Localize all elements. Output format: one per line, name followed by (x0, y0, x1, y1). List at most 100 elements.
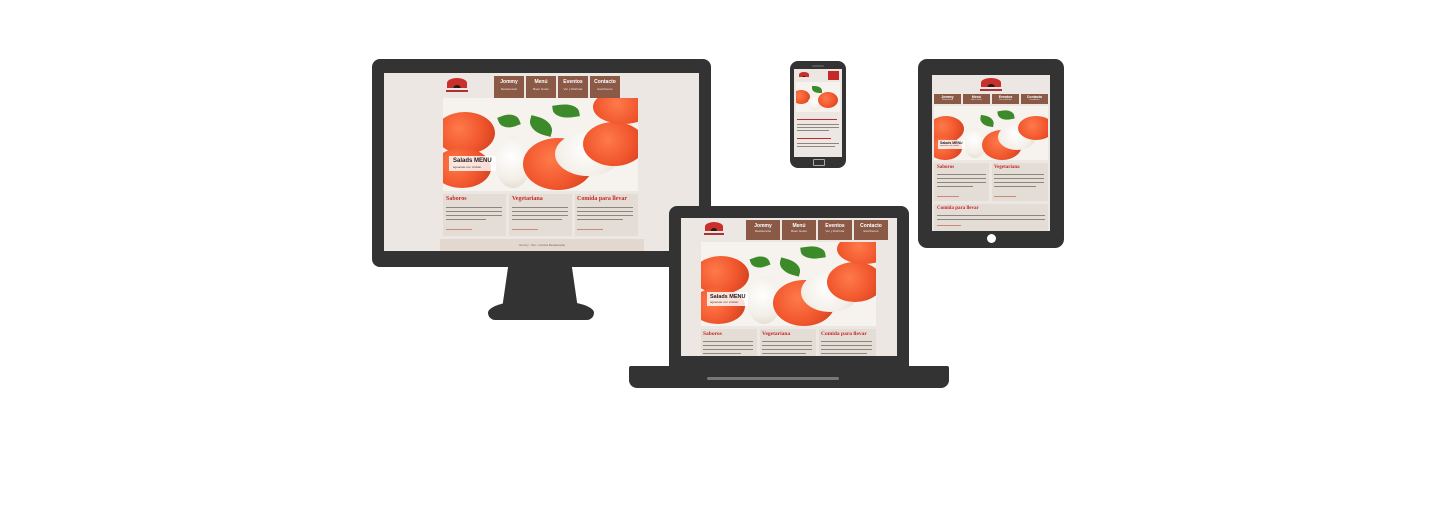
body-text-line (512, 207, 568, 208)
nav-item-eventos[interactable]: Eventos Ver y Disfrutar (558, 76, 588, 98)
body-text-line (512, 215, 568, 216)
tomato-slice (593, 98, 638, 124)
home-button-icon[interactable] (813, 159, 825, 166)
column-title-vegetariana: Vegetariana (512, 196, 543, 202)
nav-sublabel: Escríbenos (597, 87, 613, 91)
nav-item-eventos[interactable]: Eventos Ver y Disfrutar (818, 220, 852, 240)
body-text-line (821, 341, 872, 342)
restaurant-logo-icon (705, 222, 723, 231)
basil-leaf (552, 102, 580, 120)
nav-item-menu[interactable]: Menú Buen Gusto (782, 220, 816, 240)
hero-caption: Salads MENU aguacate con crisitán (707, 292, 749, 306)
read-more-link[interactable] (446, 229, 472, 230)
body-text-line (797, 127, 839, 128)
nav-label: Jommy (500, 79, 518, 85)
hero-caption: Salads MENU aguacate con crisitán (449, 156, 496, 171)
body-text-line (994, 174, 1044, 175)
hero-image: Salads MENU aguacate con crisitán (934, 106, 1048, 160)
body-text-line (577, 215, 633, 216)
nav-label: Eventos (563, 79, 583, 85)
smartphone (790, 61, 846, 168)
body-text-line (797, 124, 839, 125)
home-button-icon[interactable] (987, 234, 996, 243)
body-text-line (821, 353, 867, 354)
nav-sublabel: Restaurante (754, 229, 772, 233)
body-text-line (446, 211, 502, 212)
body-text-line (703, 349, 753, 350)
mobile-menu-button[interactable] (828, 71, 839, 80)
nav-item-contacto[interactable]: Contacto Escríbenos (854, 220, 888, 240)
read-more-link[interactable] (937, 196, 959, 197)
body-text-line (797, 146, 835, 147)
basil-leaf (527, 115, 555, 137)
basil-leaf (497, 111, 521, 131)
body-text-line (577, 211, 633, 212)
body-text-line (994, 182, 1044, 183)
nav-item-contacto[interactable]: Contacto Escríbenos (1021, 94, 1048, 104)
body-text-line (821, 349, 872, 350)
body-text-line (937, 219, 1045, 220)
body-text-line (994, 186, 1036, 187)
logo-underline (446, 90, 468, 92)
column-title-saboros: Saboros (937, 165, 955, 170)
laptop-screen: Jommy Restaurante Menú Buen Gusto Eventos V… (681, 218, 897, 356)
hero-image: Salads MENU aguacate con crisitán (443, 98, 638, 191)
column-title-saboros: Saboros (446, 196, 467, 202)
body-text-line (937, 174, 986, 175)
body-text-line (797, 143, 839, 144)
column-title-comida-para-llevar: Comida para llevar (821, 331, 867, 337)
logo-underline (704, 233, 724, 235)
trackpad-slot (707, 377, 839, 380)
nav-item-jommy[interactable]: Jommy Restaurante (934, 94, 961, 104)
nav-sublabel: Buen Gusto (533, 87, 549, 91)
column-title-comida-para-llevar: Comida para llevar (577, 196, 627, 202)
body-text-line (512, 219, 562, 220)
body-text-line (797, 119, 837, 120)
body-text-line (577, 207, 633, 208)
hero-tagline: aguacate con crisitán (453, 165, 482, 169)
nav-sublabel: Ver y Disfrutar (563, 87, 583, 91)
hero-image: Salads MENU aguacate con crisitán (701, 242, 876, 326)
page-footer: Jommy - Tex • Cocina Restaurante (440, 239, 644, 251)
nav-sublabel: Buen Gusto (791, 229, 807, 233)
nav-sublabel: Escríbenos (863, 229, 879, 233)
read-more-link[interactable] (937, 225, 961, 226)
read-more-link[interactable] (577, 229, 603, 230)
nav-sublabel: Ver y Disfrutar (999, 99, 1012, 101)
nav-item-jommy[interactable]: Jommy Restaurante (494, 76, 524, 98)
body-text-line (937, 182, 986, 183)
basil-leaf (812, 86, 822, 93)
basil-leaf (979, 114, 995, 128)
nav-item-jommy[interactable]: Jommy Restaurante (746, 220, 780, 240)
nav-item-menu[interactable]: Menú Buen Gusto (526, 76, 556, 98)
read-more-link[interactable] (994, 196, 1016, 197)
laptop: Jommy Restaurante Menú Buen Gusto Eventos V… (669, 206, 909, 366)
hero-tagline: aguacate con crisitán (710, 300, 739, 304)
phone-screen (794, 69, 842, 157)
nav-item-eventos[interactable]: Eventos Ver y Disfrutar (992, 94, 1019, 104)
body-text-line (446, 207, 502, 208)
nav-sublabel: Escríbenos (1029, 99, 1040, 101)
body-text-line (446, 215, 502, 216)
nav-item-contacto[interactable]: Contacto Escríbenos (590, 76, 620, 98)
nav-item-menu[interactable]: Menú Buen Gusto (963, 94, 990, 104)
hero-caption: Salads MENU aguacate con crisitán (938, 140, 965, 149)
body-text-line (703, 341, 753, 342)
body-text-line (937, 215, 1045, 216)
tomato-slice (818, 92, 838, 108)
nav-sublabel: Buen Gusto (971, 99, 982, 101)
restaurant-logo-icon (799, 72, 809, 77)
monitor-stand-base (488, 300, 594, 320)
basil-leaf (800, 244, 826, 261)
basil-leaf (749, 253, 771, 271)
body-text-line (937, 186, 973, 187)
body-text-line (762, 353, 806, 354)
nav-label: Menú (534, 79, 548, 85)
body-text-line (994, 178, 1044, 179)
logo-underline (980, 89, 1002, 91)
hero-tagline: aguacate con crisitán (940, 145, 959, 147)
laptop-base (629, 366, 949, 388)
body-text-line (797, 130, 829, 131)
read-more-link[interactable] (512, 229, 538, 230)
column-title-vegetariana: Vegetariana (762, 331, 791, 337)
